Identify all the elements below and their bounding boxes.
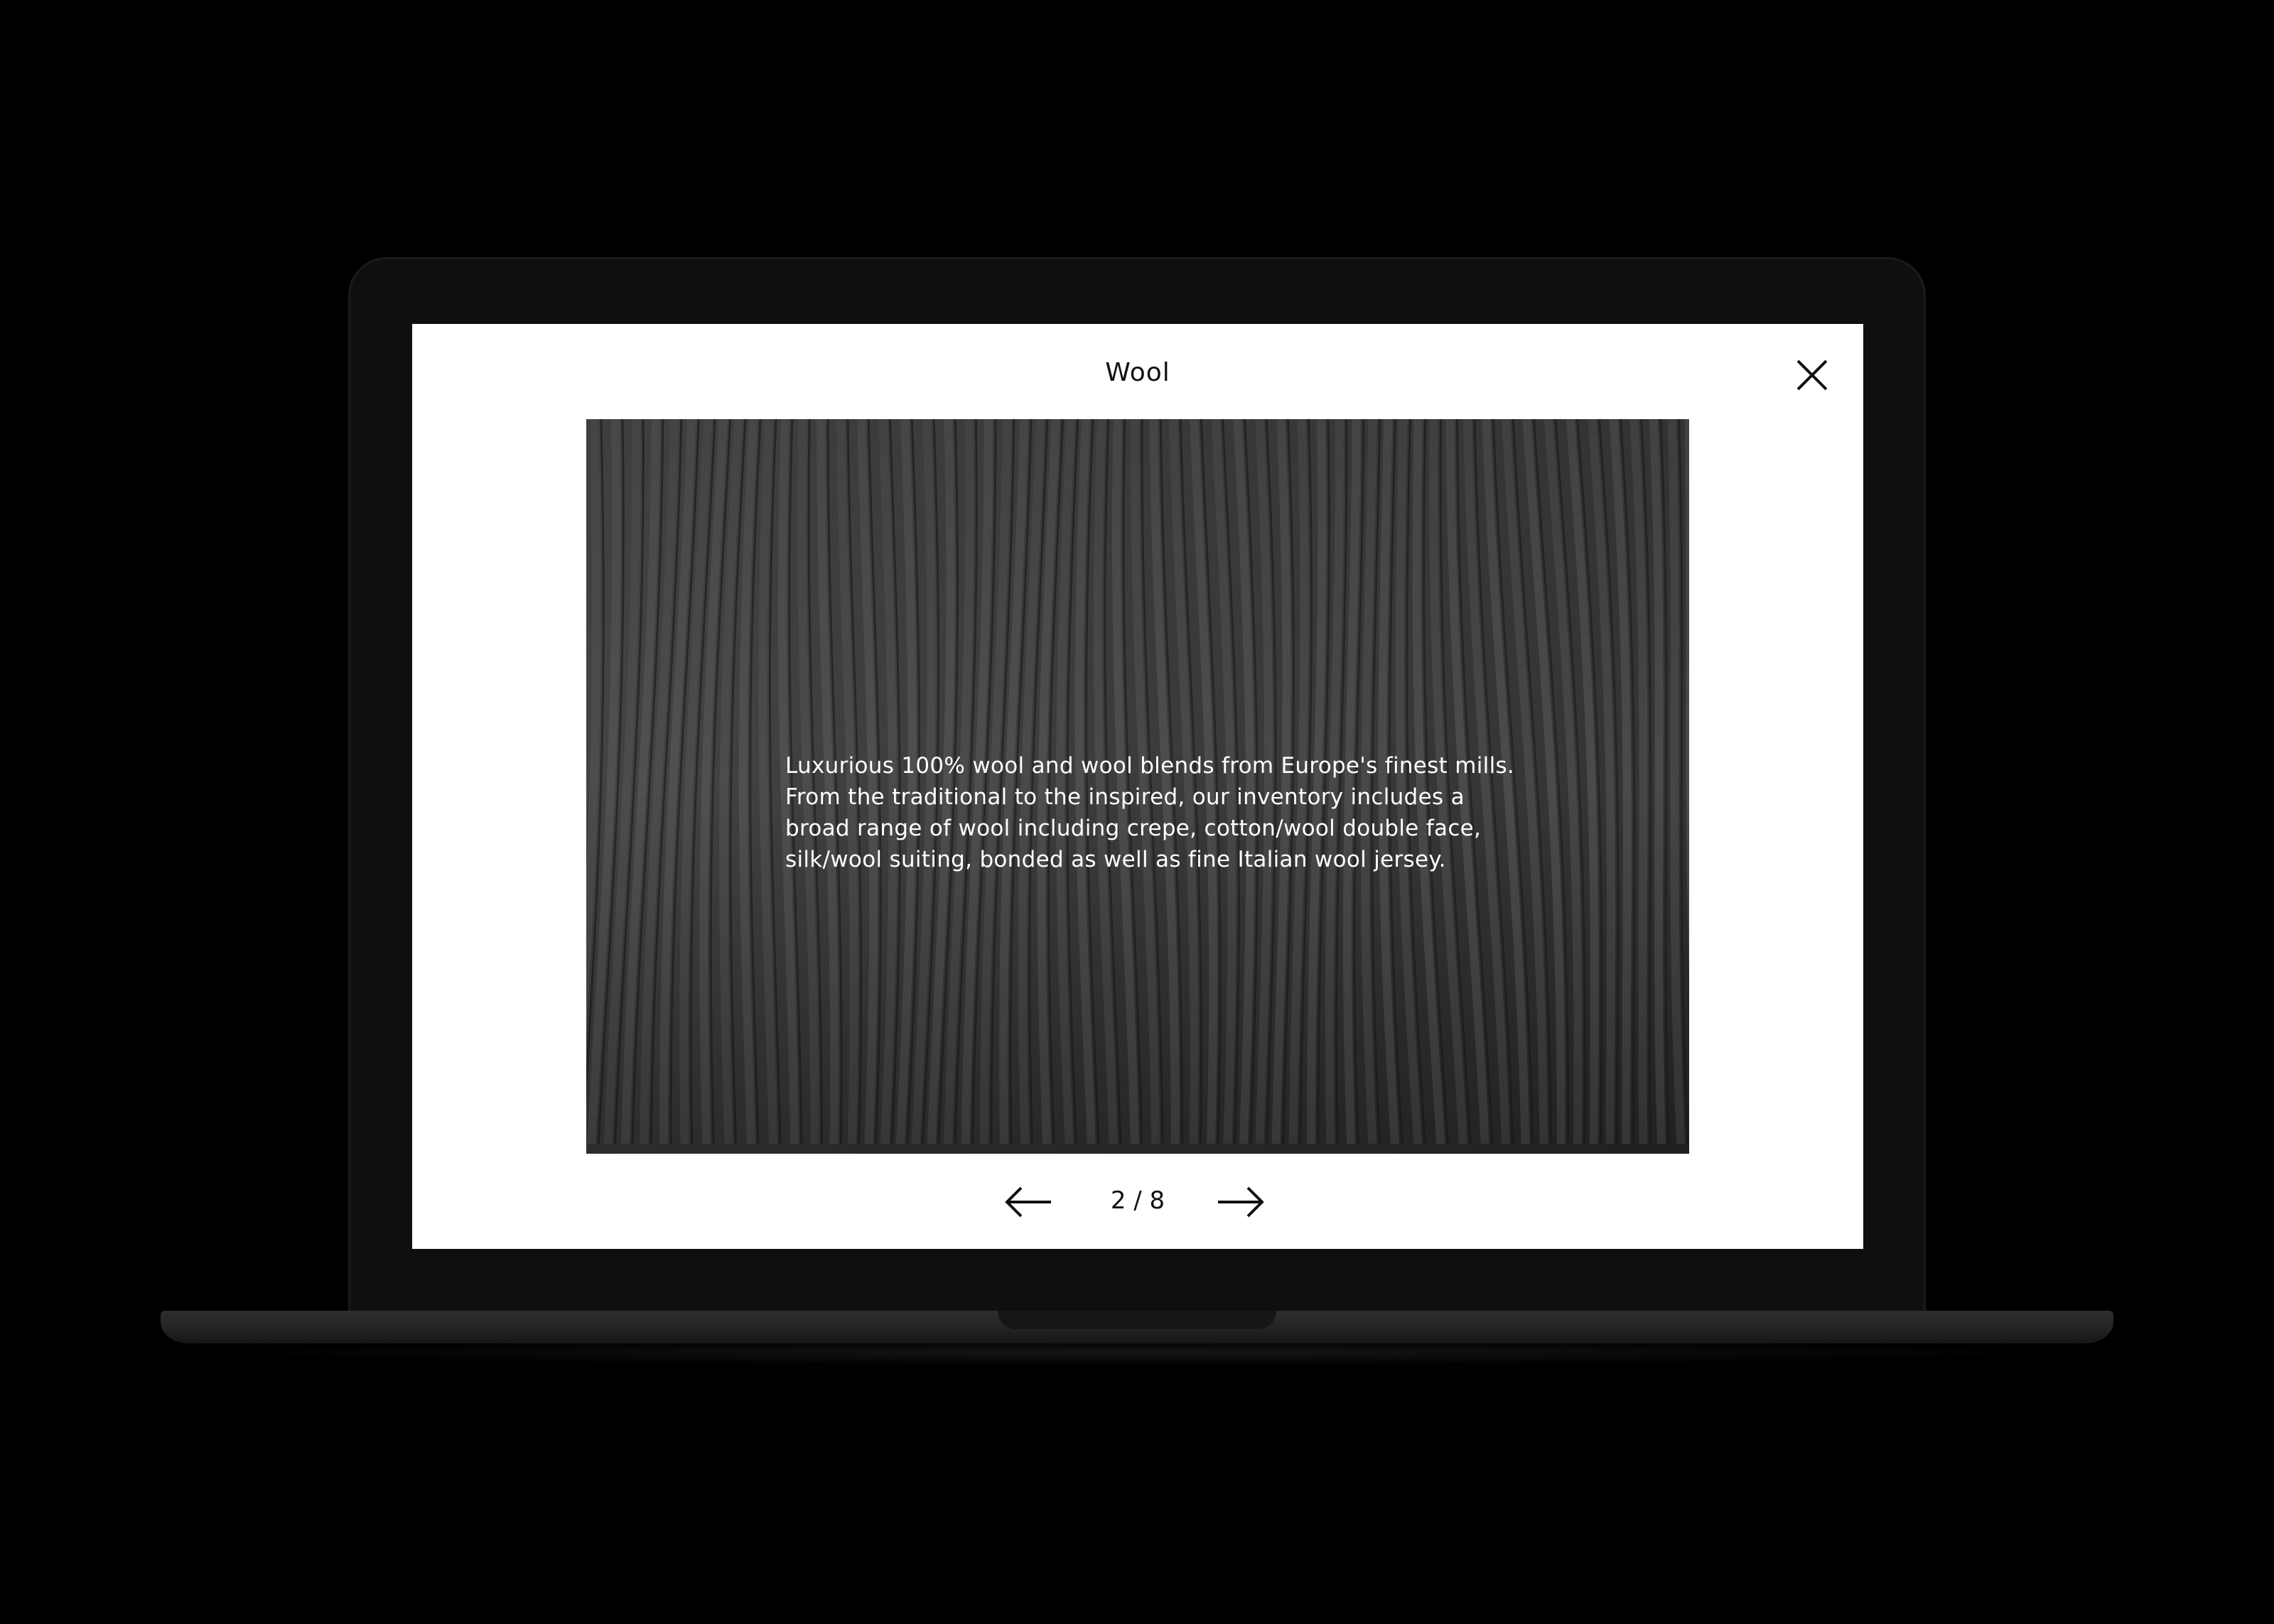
- modal-screen: Wool Luxurious 100% wool and wool blends…: [412, 324, 1863, 1249]
- caption-line: silk/wool suiting, bonded as well as fin…: [785, 847, 1446, 872]
- laptop-base-shadow: [213, 1340, 2061, 1365]
- arrow-left-icon: [1005, 1186, 1051, 1218]
- close-button[interactable]: [1791, 354, 1833, 396]
- arrow-right-icon: [1218, 1186, 1264, 1218]
- caption-line: broad range of wool including crepe, cot…: [785, 816, 1482, 841]
- page-counter: 2 / 8: [1110, 1186, 1165, 1215]
- pager: 2 / 8: [412, 1181, 1863, 1223]
- laptop-base-notch: [998, 1311, 1276, 1329]
- next-button[interactable]: [1215, 1181, 1265, 1223]
- caption-line: From the traditional to the inspired, ou…: [785, 784, 1465, 810]
- prev-button[interactable]: [1004, 1181, 1054, 1223]
- close-icon: [1796, 359, 1828, 391]
- wool-photo: Luxurious 100% wool and wool blends from…: [586, 419, 1689, 1154]
- caption-line: Luxurious 100% wool and wool blends from…: [785, 753, 1515, 779]
- caption-text: Luxurious 100% wool and wool blends from…: [785, 750, 1524, 875]
- modal-title: Wool: [1105, 358, 1170, 387]
